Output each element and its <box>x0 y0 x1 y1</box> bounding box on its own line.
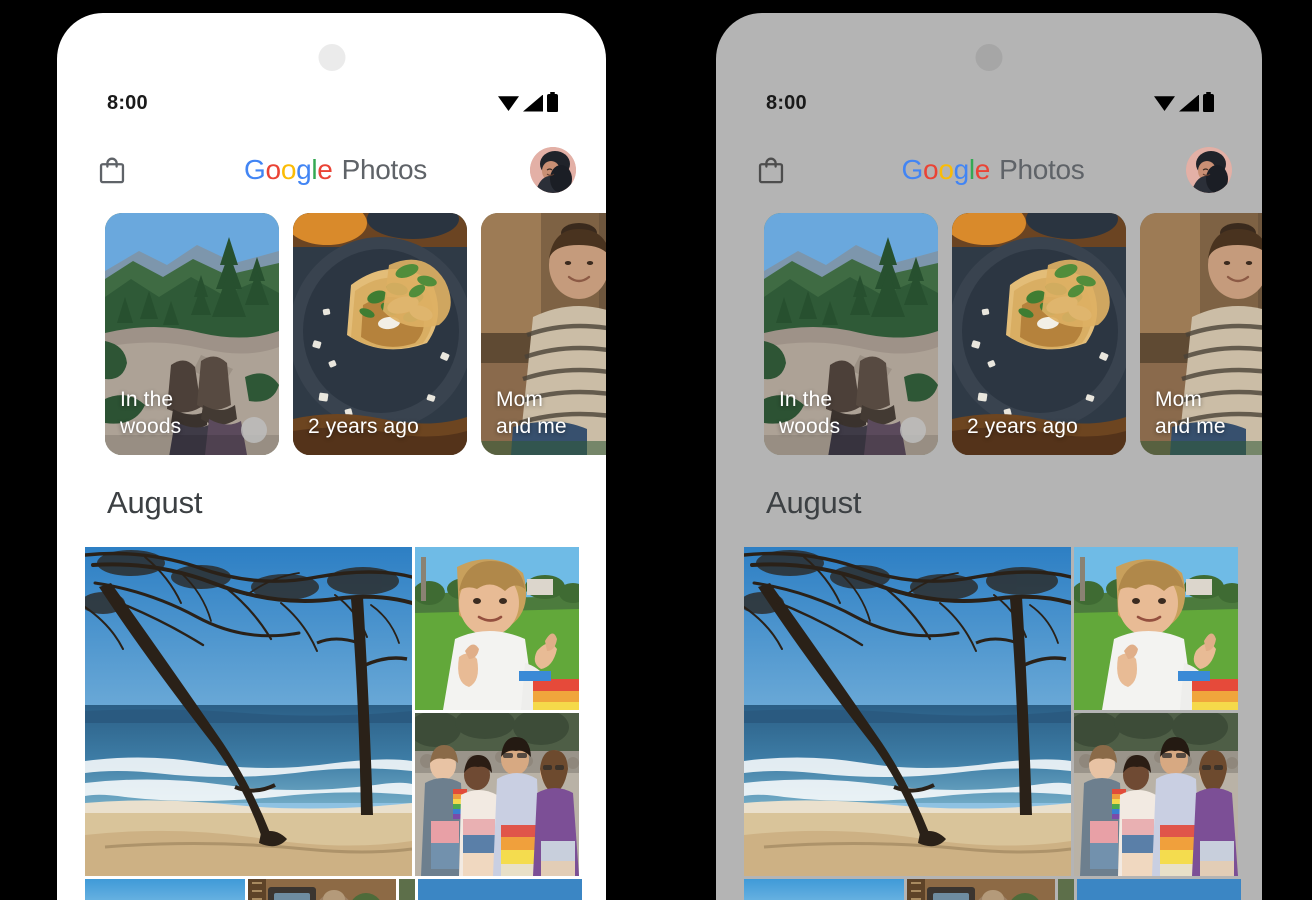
photo-grid-row <box>744 879 1241 900</box>
photo-thumbnail[interactable] <box>744 879 904 900</box>
shopping-bag-icon <box>99 157 125 184</box>
cell-signal-icon <box>1179 94 1199 112</box>
memory-card[interactable]: 2 years ago <box>952 213 1126 455</box>
logo-letter-o1: o <box>923 154 939 185</box>
memory-progress-dot <box>241 417 267 443</box>
photo-thumbnail[interactable] <box>85 879 245 900</box>
photo-thumbnail[interactable] <box>1074 547 1238 710</box>
avatar-portrait-icon <box>1186 147 1232 193</box>
photo-thumbnail[interactable] <box>1058 879 1074 900</box>
blue-sky-partial-photo <box>744 879 904 900</box>
memory-progress-dot <box>900 417 926 443</box>
photo-grid <box>744 547 1241 900</box>
logo-letter-e: e <box>317 154 333 185</box>
front-camera-punch-hole <box>975 44 1003 71</box>
front-camera-punch-hole <box>318 44 345 71</box>
narrow-partial-photo <box>1058 879 1074 900</box>
photo-thumbnail[interactable] <box>418 879 582 900</box>
photo-thumbnail[interactable] <box>744 547 1071 876</box>
kid-thumbs-up-photo <box>415 547 579 710</box>
logo-letter-g2: g <box>296 154 312 185</box>
beach-trees-ocean-photo <box>85 547 412 876</box>
solid-blue-partial-photo <box>418 879 582 900</box>
status-bar: 8:00 <box>57 87 606 119</box>
photo-thumbnail[interactable] <box>1074 713 1238 876</box>
logo-letter-o1: o <box>265 154 282 185</box>
app-bar: Go o g l e Photos <box>57 141 606 199</box>
battery-icon <box>1203 92 1214 112</box>
logo-letter-g1: G <box>244 154 266 185</box>
logo-word-photos: Photos <box>999 154 1085 185</box>
truck-animal-partial-photo <box>907 879 1055 900</box>
phone-screen-dimmed: 8:00 Go o g l e Photos In the woods 2 ye… <box>716 13 1262 900</box>
photo-grid-row <box>85 547 579 876</box>
month-header: August <box>766 485 862 520</box>
photo-thumbnail[interactable] <box>415 713 579 876</box>
shopping-bag-icon <box>758 157 784 184</box>
solid-blue-partial-photo <box>1077 879 1241 900</box>
wifi-icon <box>498 96 519 111</box>
store-button[interactable] <box>83 141 141 199</box>
beach-trees-ocean-photo <box>744 547 1071 876</box>
friends-group-pride-photo <box>415 713 579 876</box>
photo-grid-col-left <box>85 547 412 876</box>
status-icon-group <box>498 92 558 112</box>
photo-thumbnail[interactable] <box>248 879 396 900</box>
status-time: 8:00 <box>766 91 807 114</box>
status-icon-group <box>1154 92 1214 112</box>
memory-card[interactable]: Mom and me <box>1140 213 1262 455</box>
photo-grid-col-left <box>744 547 1071 876</box>
truck-animal-partial-photo <box>248 879 396 900</box>
memory-card-label: Mom and me <box>1155 388 1226 438</box>
friends-group-pride-photo <box>1074 713 1238 876</box>
logo-letter-g1: G <box>901 154 924 185</box>
photo-grid-row <box>85 879 582 900</box>
photo-grid-row <box>744 547 1238 876</box>
photo-thumbnail[interactable] <box>907 879 1055 900</box>
photo-thumbnail[interactable] <box>85 547 412 876</box>
battery-icon <box>547 92 558 112</box>
logo-letter-e: e <box>974 154 991 185</box>
cell-signal-icon <box>523 94 543 112</box>
avatar-portrait-icon <box>530 147 576 193</box>
photo-thumbnail[interactable] <box>1077 879 1241 900</box>
memory-card[interactable]: In the woods <box>105 213 279 455</box>
memories-carousel[interactable]: In the woods 2 years ago Mom and me <box>716 213 1262 455</box>
photo-thumbnail[interactable] <box>415 547 579 710</box>
google-photos-logo: Go o g l e Photos <box>141 154 530 186</box>
phone-mockup-dimmed: 8:00 Go o g l e Photos In the woods 2 ye… <box>716 13 1262 900</box>
phone-mockup-light: 8:00 Go o g l e Photos In the woods 2 ye… <box>57 13 606 900</box>
photo-grid-col-right <box>1074 547 1238 876</box>
store-button[interactable] <box>742 141 800 199</box>
blue-sky-partial-photo <box>85 879 245 900</box>
narrow-partial-photo <box>399 879 415 900</box>
memories-carousel[interactable]: In the woods 2 years ago Mom and me <box>57 213 606 455</box>
photo-grid-col-right <box>415 547 579 876</box>
logo-word-photos: Photos <box>341 154 428 185</box>
wifi-icon <box>1154 96 1175 111</box>
memory-card[interactable]: 2 years ago <box>293 213 467 455</box>
status-time: 8:00 <box>107 91 148 114</box>
status-bar: 8:00 <box>716 87 1262 119</box>
memory-card[interactable]: In the woods <box>764 213 938 455</box>
phone-screen-light: 8:00 Go o g l e Photos In the woods 2 ye… <box>57 13 606 900</box>
logo-letter-g2: g <box>953 154 970 185</box>
memory-card-label: 2 years ago <box>308 414 419 438</box>
app-bar: Go o g l e Photos <box>716 141 1262 199</box>
memory-card-label: 2 years ago <box>967 414 1078 438</box>
google-photos-logo: Go o g l e Photos <box>800 154 1186 186</box>
account-avatar[interactable] <box>530 147 576 193</box>
mockup-stage: 8:00 Go o g l e Photos In the woods 2 ye… <box>0 0 1312 900</box>
memory-card[interactable]: Mom and me <box>481 213 606 455</box>
account-avatar[interactable] <box>1186 147 1232 193</box>
logo-letter-o2: o <box>280 154 297 185</box>
month-header: August <box>107 485 203 520</box>
photo-thumbnail[interactable] <box>399 879 415 900</box>
logo-letter-o2: o <box>938 154 954 185</box>
kid-thumbs-up-photo <box>1074 547 1238 710</box>
photo-grid <box>85 547 582 900</box>
memory-card-label: Mom and me <box>496 388 567 438</box>
